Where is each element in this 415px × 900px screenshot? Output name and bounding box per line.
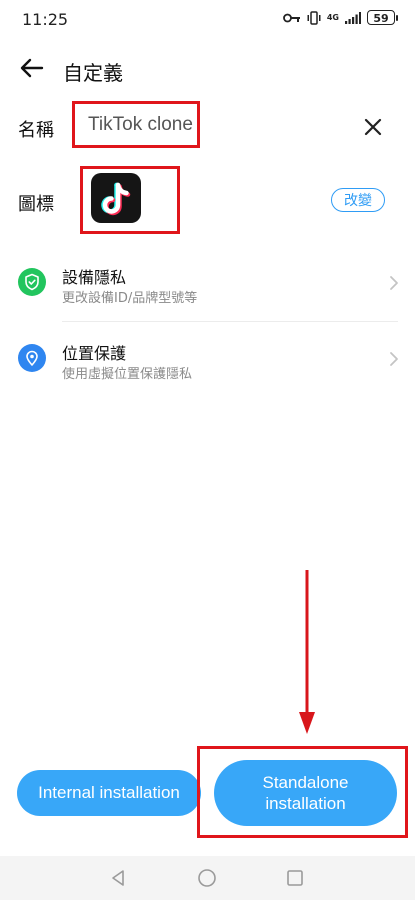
divider (62, 321, 398, 322)
status-time: 11:25 (22, 10, 69, 29)
key-icon (282, 13, 300, 22)
back-arrow-icon[interactable] (18, 56, 46, 80)
internal-installation-button[interactable]: Internal installation (17, 770, 201, 816)
network-type: 4G (326, 12, 339, 22)
settings-item-title: 設備隱私 (62, 268, 127, 287)
settings-item-subtitle: 更改設備ID/品牌型號等 (62, 291, 198, 306)
settings-item-title: 位置保護 (62, 344, 127, 363)
shield-check-icon (18, 268, 46, 296)
signal-icon (345, 11, 361, 24)
chevron-right-icon (390, 276, 398, 290)
highlight-box-icon (80, 166, 180, 234)
page-title: 自定義 (63, 61, 123, 85)
highlight-box-standalone (197, 746, 408, 838)
annotation-arrow (299, 570, 315, 734)
icon-label: 圖標 (18, 194, 54, 215)
system-navigation-bar (0, 856, 415, 900)
nav-home-icon[interactable] (197, 868, 217, 888)
chevron-right-icon (390, 352, 398, 366)
change-icon-button[interactable]: 改變 (331, 188, 385, 212)
location-pin-icon (18, 344, 46, 372)
battery-icon: 59 (367, 10, 398, 25)
nav-back-icon[interactable] (108, 868, 128, 888)
name-label: 名稱 (18, 120, 54, 141)
nav-recents-icon[interactable] (285, 868, 305, 888)
settings-item-location-protection[interactable]: 位置保護 使用虛擬位置保護隱私 (0, 334, 415, 388)
clear-icon[interactable] (360, 114, 386, 140)
settings-item-device-privacy[interactable]: 設備隱私 更改設備ID/品牌型號等 (0, 258, 415, 312)
status-icons: 4G 59 (282, 10, 398, 25)
vibrate-icon (307, 10, 321, 25)
settings-item-subtitle: 使用虛擬位置保護隱私 (62, 367, 193, 382)
highlight-box-name (72, 101, 200, 148)
